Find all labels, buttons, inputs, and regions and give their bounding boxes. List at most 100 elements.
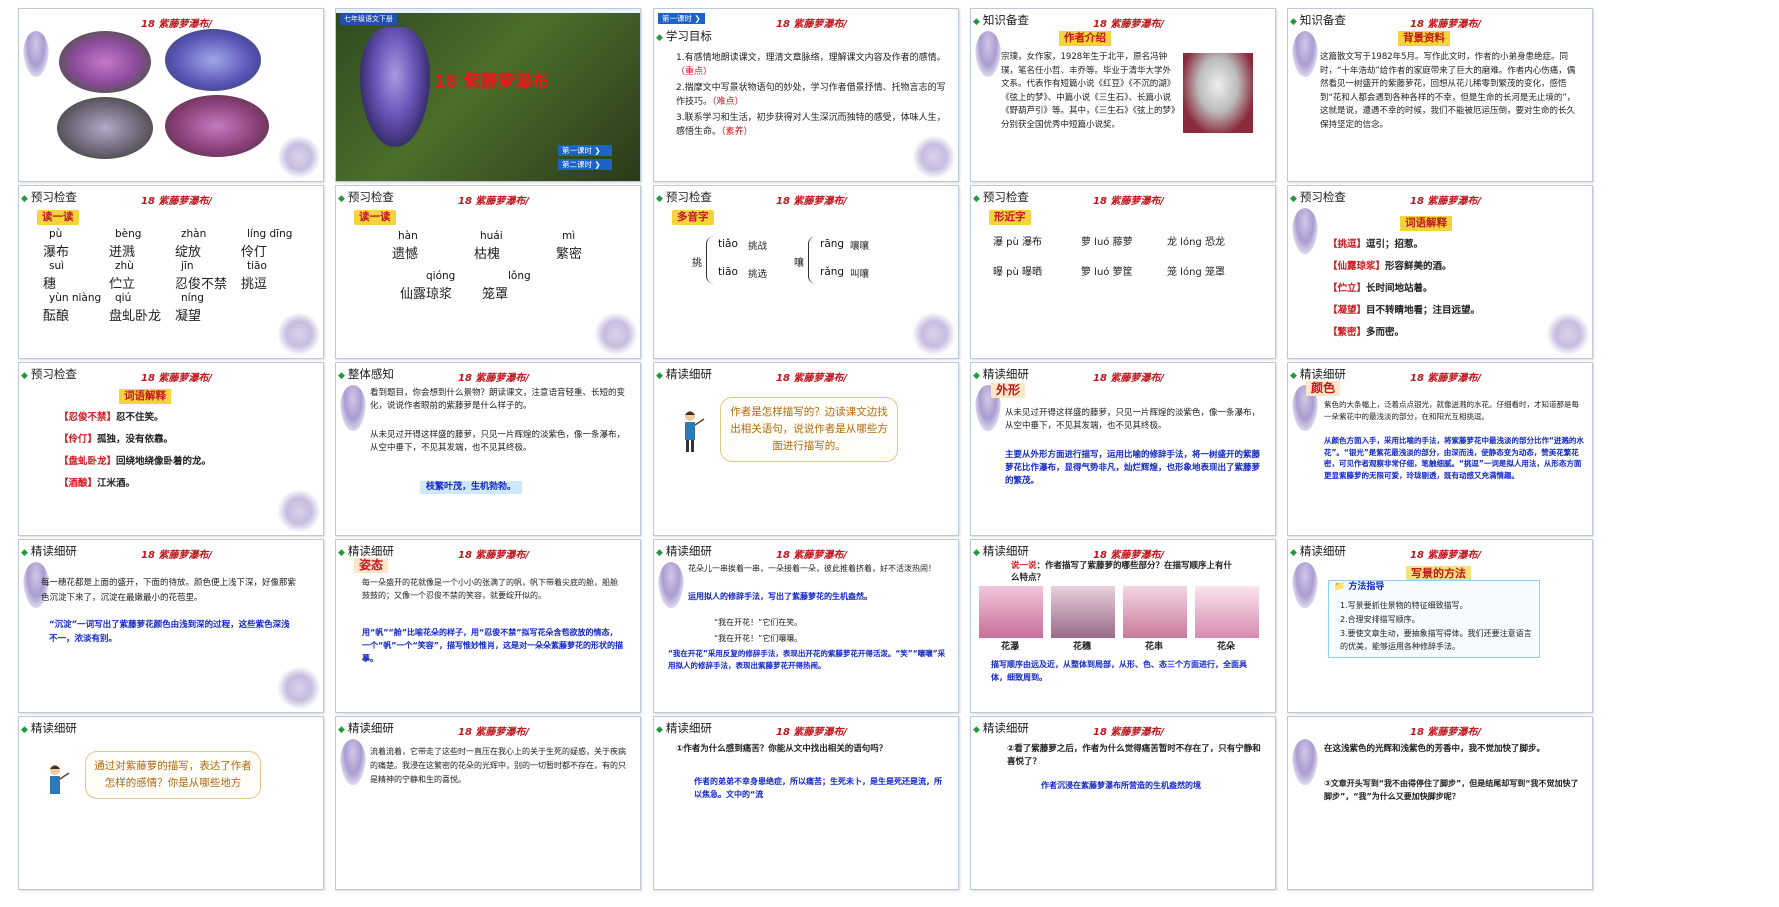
slide-10[interactable]: ◆ 预习检查 18 紫藤萝瀑布/ 词语解释 【挑逗】逗引；招惹。 【仙露琼浆】形容鲜…	[1287, 185, 1593, 359]
slide-4[interactable]: ◆ 知识备查 18 紫藤萝瀑布/ 作者介绍 宗璞，女作家，1928年生于北平，原名…	[970, 8, 1276, 182]
slide-15[interactable]: ◆ 精读细研 18 紫藤萝瀑布/ 颜色 紫色的大条幅上，泛着点点银光，就像迸溅的水…	[1287, 362, 1593, 536]
slide-thumb-14[interactable]: ◆ 精读细研 18 紫藤萝瀑布/ 外形 从未见过开得这样盛的藤萝，只见一片辉煌的淡…	[968, 362, 1278, 564]
question-text: ③文章开头写到“我不由得停住了脚步”，但是结尾却写到“我不觉加快了脚步”，“我”…	[1324, 779, 1579, 801]
slide-23[interactable]: ◆ 精读细研 18 紫藤萝瀑布/ ①作者为什么感到痛苦？你能从文中找出相关的语句吗…	[653, 716, 959, 890]
flower-photo	[1123, 586, 1187, 638]
lesson-button[interactable]: 第一课时 ❯	[658, 13, 705, 24]
slide-thumb-24[interactable]: ◆ 精读细研 18 紫藤萝瀑布/ ②看了紫藤萝之后，作者为什么觉得痛苦暂时不存在了…	[968, 716, 1278, 907]
wisteria-decoration	[340, 739, 366, 785]
slide-thumb-17[interactable]: ◆ 精读细研 18 紫藤萝瀑布/ 姿态 每一朵盛开的花就像是一个小小的张满了的帆，…	[333, 539, 643, 741]
slide-thumb-1[interactable]: 18 紫藤萝瀑布/ 1 ☆	[16, 8, 326, 210]
slide-thumb-21[interactable]: ◆ 精读细研 通过对紫藤萝的描写，表达了作者怎样的感情？你是从哪些地方	[16, 716, 326, 907]
definition-term: 【伫立】	[1328, 283, 1367, 294]
slide-9[interactable]: ◆ 预习检查 18 紫藤萝瀑布/ 形近字 瀑 pù 瀑布 曝 pù 曝晒 萝 lu…	[970, 185, 1276, 359]
slide-19[interactable]: ◆ 精读细研 18 紫藤萝瀑布/ 说一说：作者描写了紫藤萝的哪些部分？在描写顺序上…	[970, 539, 1276, 713]
slide-header: 18 紫藤萝瀑布/	[776, 196, 848, 207]
slide-11[interactable]: ◆ 预习检查 18 紫藤萝瀑布/ 词语解释 【忍俊不禁】忍不住笑。 【伶仃】孤独，没…	[18, 362, 324, 536]
slide-thumb-6[interactable]: ◆ 预习检查 18 紫藤萝瀑布/ 读一读 pù 瀑布 bèng 迸溅 zhàn 绽放 líng…	[16, 185, 326, 387]
slide-header: 18 紫藤萝瀑布/	[458, 196, 530, 207]
slide-thumb-10[interactable]: ◆ 预习检查 18 紫藤萝瀑布/ 词语解释 【挑逗】逗引；招惹。 【仙露琼浆】形容鲜…	[1285, 185, 1595, 387]
slide-13[interactable]: ◆ 精读细研 18 紫藤萝瀑布/ 作者是怎样描写的？边读课文边找出相关语句，说说作…	[653, 362, 959, 536]
pinyin: tiāo	[247, 260, 267, 272]
slide-thumb-12[interactable]: ◆ 整体感知 18 紫藤萝瀑布/ 看到题目，你会想到什么景物？朗读课文，注意语音轻…	[333, 362, 643, 564]
slide-thumb-16[interactable]: ◆ 精读细研 18 紫藤萝瀑布/ 每一穗花都是上面的盛开，下面的待放。颜色便上浅下…	[16, 539, 326, 741]
wisteria-decoration	[975, 31, 1001, 77]
lesson1-button[interactable]: 第一课时 ❯	[558, 145, 612, 156]
slide-17[interactable]: ◆ 精读细研 18 紫藤萝瀑布/ 姿态 每一朵盛开的花就像是一个小小的张满了的帆，…	[335, 539, 641, 713]
wisteria-decoration	[1292, 739, 1318, 785]
passage-text: 每一朵盛开的花就像是一个小小的张满了的帆，帆下带着尖底的舱，船舱鼓鼓的；又像一个…	[362, 578, 618, 600]
section-title: ◆ 精读细研	[21, 544, 77, 558]
slide-18[interactable]: ◆ 精读细研 18 紫藤萝瀑布/ 花朵儿一串挨着一串，一朵接着一朵，彼此推着挤着，…	[653, 539, 959, 713]
slide-thumb-5[interactable]: ◆ 知识备查 18 紫藤萝瀑布/ 背景资料 这篇散文写于1982年5月。写作此文时…	[1285, 8, 1595, 210]
slide-thumb-23[interactable]: ◆ 精读细研 18 紫藤萝瀑布/ ①作者为什么感到痛苦？你能从文中找出相关的语句吗…	[651, 716, 961, 907]
analysis-text: “沉淀”一词写出了紫藤萝花颜色由浅到深的过程，这些紫色深浅不一，浓淡有别。	[49, 620, 290, 644]
pinyin: jīn	[181, 260, 194, 272]
vocab-word: 伶仃	[241, 245, 268, 260]
vocab-word: 仙露琼浆	[400, 287, 453, 302]
section-title: ◆ 精读细研	[1290, 367, 1346, 381]
section-title: ◆ 精读细研	[1290, 544, 1346, 558]
slide-thumb-3[interactable]: 第一课时 ❯ 18 紫藤萝瀑布/ ◆ 学习目标 1.有感情地朗读课文，理清文章脉络…	[651, 8, 961, 210]
slide-12[interactable]: ◆ 整体感知 18 紫藤萝瀑布/ 看到题目，你会想到什么景物？朗读课文，注意语音轻…	[335, 362, 641, 536]
section-title: ◆ 知识备查	[973, 13, 1029, 27]
slide-1[interactable]: 18 紫藤萝瀑布/	[18, 8, 324, 182]
slide-header: 18 紫藤萝瀑布/	[458, 550, 530, 561]
pinyin: rāng	[820, 238, 845, 250]
definition-item: 【仙露琼浆】形容鲜美的酒。	[1328, 260, 1452, 274]
slide-header: 18 紫藤萝瀑布/	[1410, 373, 1482, 384]
slide-thumb-4[interactable]: ◆ 知识备查 18 紫藤萝瀑布/ 作者介绍 宗璞，女作家，1928年生于北平，原名…	[968, 8, 1278, 210]
slide-16[interactable]: ◆ 精读细研 18 紫藤萝瀑布/ 每一穗花都是上面的盛开，下面的待放。颜色便上浅下…	[18, 539, 324, 713]
slide-5[interactable]: ◆ 知识备查 18 紫藤萝瀑布/ 背景资料 这篇散文写于1982年5月。写作此文时…	[1287, 8, 1593, 182]
slide-21[interactable]: ◆ 精读细研 通过对紫藤萝的描写，表达了作者怎样的感情？你是从哪些地方	[18, 716, 324, 890]
similar-char: 曝 pù 曝晒	[993, 267, 1043, 278]
definition-term: 【繁密】	[1328, 327, 1367, 338]
goal-2: 2.揣摩文中写景状物语句的妙处，学习作者借景抒情、托物言志的写作技巧。（难点）	[676, 83, 946, 107]
slide-thumb-7[interactable]: ◆ 预习检查 18 紫藤萝瀑布/ 读一读 hàn 遗憾 huái 枯槐 mì 繁密 qióng…	[333, 185, 643, 387]
pinyin: líng dīng	[247, 228, 293, 240]
quote-text: “我在开花！”它们嚷嚷。	[714, 634, 803, 643]
flower-corner-decoration	[277, 666, 321, 710]
polyphone-char: 嚷	[794, 258, 804, 269]
slide-thumb-22[interactable]: ◆ 精读细研 18 紫藤萝瀑布/ 流着流着，它带走了这些时一直压在我心上的关于生死…	[333, 716, 643, 907]
flower-photo	[979, 586, 1043, 638]
definition-item: 【酒酿】江米酒。	[59, 477, 135, 491]
slide-24[interactable]: ◆ 精读细研 18 紫藤萝瀑布/ ②看了紫藤萝之后，作者为什么觉得痛苦暂时不存在了…	[970, 716, 1276, 890]
pinyin: níng	[181, 292, 204, 304]
slide-thumb-20[interactable]: ◆ 精读细研 18 紫藤萝瀑布/ 写景的方法 📁 方法指导 1.写景要抓住景物的特…	[1285, 539, 1595, 741]
slide-8[interactable]: ◆ 预习检查 18 紫藤萝瀑布/ 多音字 挑 tiǎo 挑战 tiāo 挑选 嚷 …	[653, 185, 959, 359]
slide-20[interactable]: ◆ 精读细研 18 紫藤萝瀑布/ 写景的方法 📁 方法指导 1.写景要抓住景物的特…	[1287, 539, 1593, 713]
slide-thumb-11[interactable]: ◆ 预习检查 18 紫藤萝瀑布/ 词语解释 【忍俊不禁】忍不住笑。 【伶仃】孤独，没…	[16, 362, 326, 564]
slide-thumb-19[interactable]: ◆ 精读细研 18 紫藤萝瀑布/ 说一说：作者描写了紫藤萝的哪些部分？在描写顺序上…	[968, 539, 1278, 741]
slide-2[interactable]: 七年级语文下册 18 紫藤萝瀑布 第一课时 ❯ 第二课时 ❯	[335, 8, 641, 182]
vocab-word: 笼罩	[482, 287, 509, 302]
section-title: ◆ 知识备查	[1290, 13, 1346, 27]
passage-text: 从未见过开得这样盛的藤萝，只见一片辉煌的淡紫色，像一条瀑布，从空中垂下，不见其发…	[1005, 408, 1261, 431]
passage-text: 在这浅紫色的光辉和浅紫色的芳香中，我不觉加快了脚步。	[1324, 744, 1546, 754]
slide-thumb-25[interactable]: 18 紫藤萝瀑布/ 在这浅紫色的光辉和浅紫色的芳香中，我不觉加快了脚步。 ③文章…	[1285, 716, 1595, 907]
lesson2-button[interactable]: 第二课时 ❯	[558, 159, 612, 170]
slide-thumb-13[interactable]: ◆ 精读细研 18 紫藤萝瀑布/ 作者是怎样描写的？边读课文边找出相关语句，说说作…	[651, 362, 961, 564]
wisteria-image	[360, 27, 430, 147]
slide-6[interactable]: ◆ 预习检查 18 紫藤萝瀑布/ 读一读 pù 瀑布 bèng 迸溅 zhàn 绽放 líng…	[18, 185, 324, 359]
slide-thumb-9[interactable]: ◆ 预习检查 18 紫藤萝瀑布/ 形近字 瀑 pù 瀑布 曝 pù 曝晒 萝 lu…	[968, 185, 1278, 387]
slide-7[interactable]: ◆ 预习检查 18 紫藤萝瀑布/ 读一读 hàn 遗憾 huái 枯槐 mì 繁密 qióng…	[335, 185, 641, 359]
slide-14[interactable]: ◆ 精读细研 18 紫藤萝瀑布/ 外形 从未见过开得这样盛的藤萝，只见一片辉煌的淡…	[970, 362, 1276, 536]
section-title: ◆ 精读细研	[338, 544, 394, 558]
slide-header: 18 紫藤萝瀑布/	[1093, 19, 1165, 30]
slide-thumb-18[interactable]: ◆ 精读细研 18 紫藤萝瀑布/ 花朵儿一串挨着一串，一朵接着一朵，彼此推着挤着，…	[651, 539, 961, 741]
slide-thumb-8[interactable]: ◆ 预习检查 18 紫藤萝瀑布/ 多音字 挑 tiǎo 挑战 tiāo 挑选 嚷 …	[651, 185, 961, 387]
slide-25[interactable]: 18 紫藤萝瀑布/ 在这浅紫色的光辉和浅紫色的芳香中，我不觉加快了脚步。 ③文章…	[1287, 716, 1593, 890]
slide-thumb-15[interactable]: ◆ 精读细研 18 紫藤萝瀑布/ 颜色 紫色的大条幅上，泛着点点银光，就像迸溅的水…	[1285, 362, 1595, 564]
slide-22[interactable]: ◆ 精读细研 18 紫藤萝瀑布/ 流着流着，它带走了这些时一直压在我心上的关于生死…	[335, 716, 641, 890]
method-guide-label: 📁 方法指导	[1334, 582, 1385, 592]
read-tag: 读一读	[354, 210, 396, 225]
background-tag: 背景资料	[1398, 31, 1450, 46]
slide-header: 18 紫藤萝瀑布/	[458, 373, 530, 384]
pinyin: qiú	[115, 292, 132, 304]
author-text: 宗璞，女作家，1928年生于北平，原名冯钟璞，笔名任小哲、丰乔等。毕业于清华大学…	[1001, 52, 1176, 130]
slide-3[interactable]: 第一课时 ❯ 18 紫藤萝瀑布/ ◆ 学习目标 1.有感情地朗读课文，理清文章脉络…	[653, 8, 959, 182]
vocab-word: 凝望	[175, 309, 202, 324]
slide-thumb-2[interactable]: 七年级语文下册 18 紫藤萝瀑布 第一课时 ❯ 第二课时 ❯ 2 ☆	[333, 8, 643, 210]
definition-text: 逗引；招惹。	[1366, 239, 1424, 250]
